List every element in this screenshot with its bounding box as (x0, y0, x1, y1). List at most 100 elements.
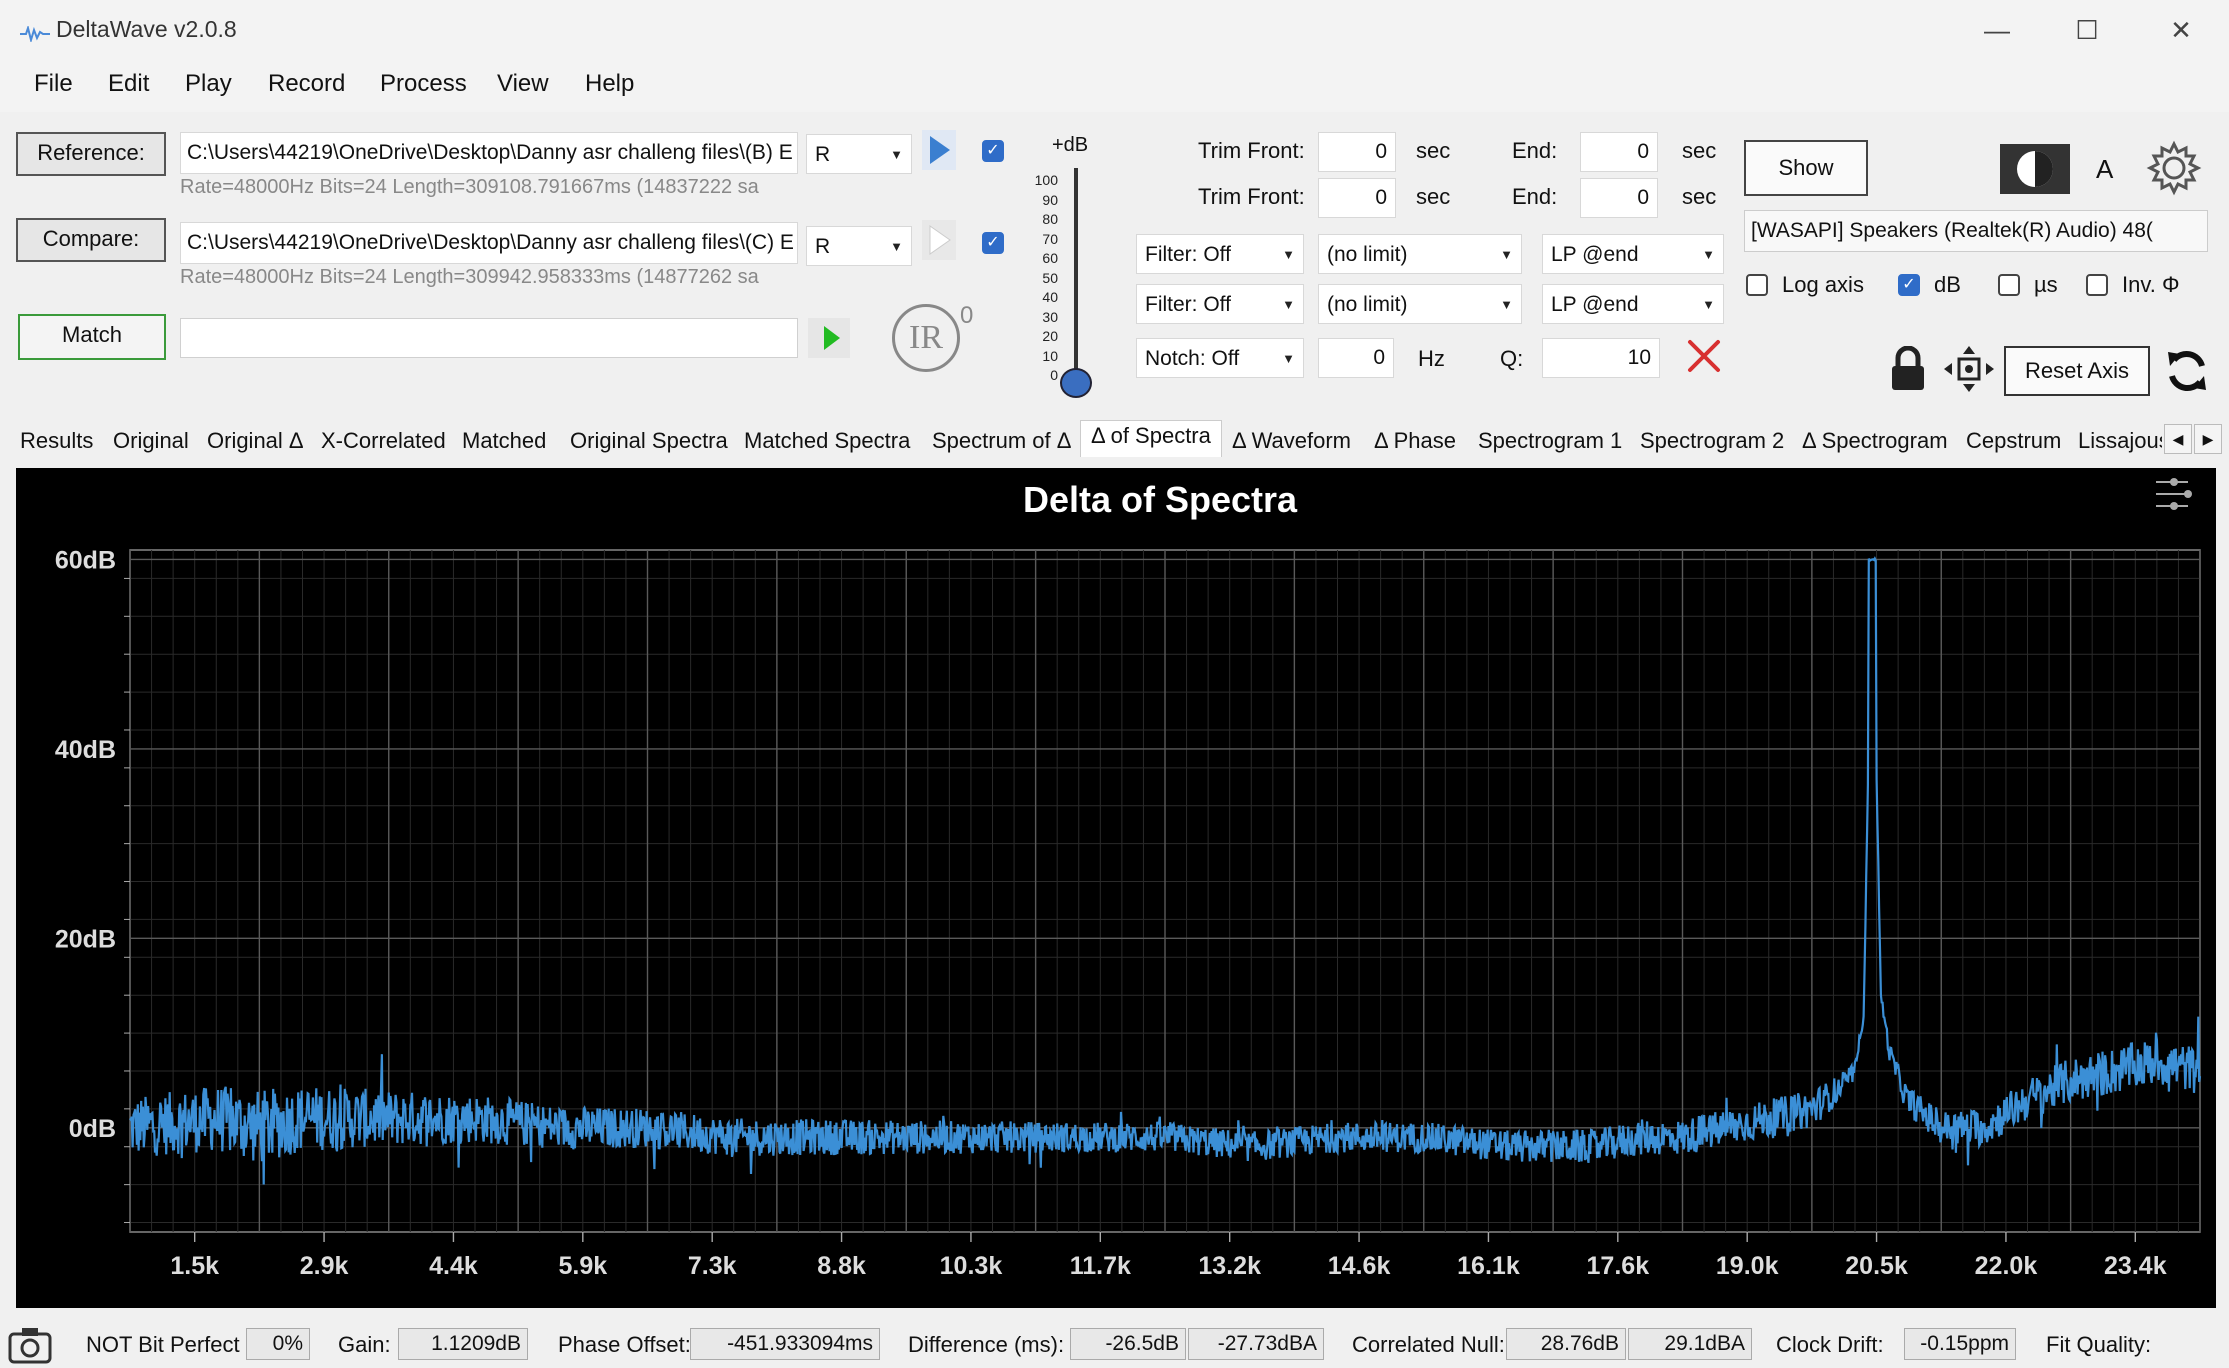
contrast-icon[interactable] (2000, 144, 2070, 194)
x-tick-label: 7.3k (688, 1252, 737, 1280)
tab-results[interactable]: Results (20, 428, 93, 454)
menu-view[interactable]: View (497, 70, 549, 98)
tab-x-correlated[interactable]: X-Correlated (321, 428, 446, 454)
compare-enabled-checkbox[interactable]: ✓ (982, 232, 1004, 254)
tab-delta-waveform[interactable]: Δ Waveform (1232, 428, 1351, 454)
filter-limit-select-2[interactable]: (no limit) ▼ (1318, 284, 1522, 324)
trim-front-label-1: Trim Front: (1198, 138, 1305, 163)
tab-spectrum-of-delta[interactable]: Spectrum of Δ (932, 428, 1071, 454)
play-reference-icon[interactable] (922, 130, 956, 170)
reset-axis-button[interactable]: Reset Axis (2004, 346, 2150, 396)
tab-scroll-left-icon[interactable]: ◀ (2164, 424, 2192, 454)
filter-select-1[interactable]: Filter: Off ▼ (1136, 234, 1304, 274)
compare-button[interactable]: Compare: (16, 218, 166, 262)
x-tick-label: 13.2k (1198, 1252, 1261, 1280)
clock-drift-label: Clock Drift: (1776, 1332, 1884, 1357)
notch-hz-input[interactable]: 0 (1318, 338, 1394, 378)
maximize-button[interactable]: ☐ (2042, 8, 2132, 52)
camera-icon[interactable] (8, 1326, 52, 1364)
menu-file[interactable]: File (34, 70, 73, 98)
trim-end-unit-1: sec (1682, 138, 1717, 163)
lp-select-2[interactable]: LP @end ▼ (1542, 284, 1724, 324)
gain-value: 1.1209dB (398, 1328, 528, 1360)
tab-matched-spectra[interactable]: Matched Spectra (744, 428, 910, 454)
fit-quality-label: Fit Quality: (2046, 1332, 2152, 1357)
level-tick-label: 90 (1042, 191, 1058, 208)
tab-delta-phase[interactable]: Δ Phase (1374, 428, 1456, 454)
chevron-down-icon: ▼ (1282, 351, 1295, 366)
tab-spectrogram-2[interactable]: Spectrogram 2 (1640, 428, 1784, 454)
level-slider-track (1074, 168, 1078, 378)
tab-cepstrum[interactable]: Cepstrum (1966, 428, 2061, 454)
tab-spectrogram-1[interactable]: Spectrogram 1 (1478, 428, 1622, 454)
clock-drift-value: -0.15ppm (1904, 1328, 2016, 1360)
notch-select[interactable]: Notch: Off ▼ (1136, 338, 1304, 378)
level-tick-label: 80 (1042, 211, 1058, 227)
trim-front-input-1[interactable]: 0 (1318, 132, 1396, 172)
reference-button[interactable]: Reference: (16, 132, 166, 176)
level-tick-label: 70 (1042, 230, 1058, 247)
pan-move-icon[interactable] (1944, 346, 1994, 392)
tab-original[interactable]: Original (113, 428, 189, 454)
a-weighting-toggle[interactable]: A (2096, 154, 2113, 185)
db-checkbox[interactable]: ✓ (1898, 274, 1920, 296)
trim-front-input-2[interactable]: 0 (1318, 178, 1396, 218)
output-device-field[interactable]: [WASAPI] Speakers (Realtek(R) Audio) 48( (1744, 210, 2208, 252)
menu-edit[interactable]: Edit (108, 70, 149, 98)
title-bar (0, 0, 2229, 60)
difference-label: Difference (ms): (908, 1332, 1065, 1357)
x-tick-label: 2.9k (300, 1252, 349, 1280)
minimize-button[interactable]: — (1952, 8, 2042, 52)
menu-help[interactable]: Help (585, 70, 634, 98)
chart-title: Delta of Spectra (1023, 479, 1298, 520)
log-axis-checkbox[interactable] (1746, 274, 1768, 296)
play-compare-icon[interactable] (922, 220, 956, 260)
menu-process[interactable]: Process (380, 70, 467, 98)
level-ticks: 100 90 80 70 60 50 40 30 20 10 0 (1028, 172, 1058, 383)
tab-original-spectra[interactable]: Original Spectra (570, 428, 728, 454)
refresh-icon[interactable] (2162, 346, 2212, 396)
lp-select-1[interactable]: LP @end ▼ (1542, 234, 1724, 274)
bit-perfect-value: 0% (246, 1328, 310, 1360)
tab-scroll-right-icon[interactable]: ▶ (2194, 424, 2222, 454)
level-tick-label: 10 (1042, 347, 1058, 364)
menu-record[interactable]: Record (268, 70, 345, 98)
us-checkbox[interactable] (1998, 274, 2020, 296)
invert-phase-checkbox[interactable] (2086, 274, 2108, 296)
trim-front-label-2: Trim Front: (1198, 184, 1305, 209)
chevron-down-icon: ▼ (1500, 297, 1513, 312)
clear-filters-icon[interactable] (1684, 336, 1724, 376)
match-play-icon[interactable] (808, 318, 850, 358)
reference-path-field[interactable]: C:\Users\44219\OneDrive\Desktop\Danny as… (180, 132, 798, 174)
close-button[interactable]: ✕ (2136, 8, 2226, 52)
lock-icon[interactable] (1888, 345, 1928, 392)
tab-original-delta[interactable]: Original Δ (207, 428, 304, 454)
plot-area[interactable]: 60dB 40dB 20dB 0dB 1.5k 2.9k 4.4k 5.9k 7.3k 8.8k 1… (16, 468, 2216, 1308)
settings-gear-icon[interactable] (2146, 140, 2202, 196)
db-label: dB (1934, 272, 1961, 297)
trim-end-input-1[interactable]: 0 (1580, 132, 1658, 172)
compare-path-field[interactable]: C:\Users\44219\OneDrive\Desktop\Danny as… (180, 222, 798, 264)
filter-limit-select-1[interactable]: (no limit) ▼ (1318, 234, 1522, 274)
compare-channel-select[interactable]: R ▼ (806, 226, 912, 266)
chart-options-icon[interactable] (2156, 478, 2192, 510)
menu-play[interactable]: Play (185, 70, 232, 98)
trim-end-input-2[interactable]: 0 (1580, 178, 1658, 218)
reference-channel-select[interactable]: R ▼ (806, 134, 912, 174)
notch-q-input[interactable]: 10 (1542, 338, 1660, 378)
reference-enabled-checkbox[interactable]: ✓ (982, 140, 1004, 162)
tab-lissajous[interactable]: Lissajous (2078, 428, 2162, 454)
ir-icon[interactable]: IR (892, 304, 960, 372)
tab-delta-of-spectra[interactable]: Δ of Spectra (1080, 420, 1222, 457)
chevron-down-icon: ▼ (1282, 297, 1295, 312)
level-slider-handle[interactable] (1060, 368, 1092, 398)
filter-select-2[interactable]: Filter: Off ▼ (1136, 284, 1304, 324)
tab-matched[interactable]: Matched (462, 428, 546, 454)
y-tick-label: 60dB (55, 546, 116, 574)
match-button[interactable]: Match (18, 314, 166, 360)
phase-offset-value: -451.933094ms (690, 1328, 880, 1360)
delta-of-spectra-chart[interactable]: 60dB 40dB 20dB 0dB 1.5k 2.9k 4.4k 5.9k 7.3k 8.8k 1… (16, 468, 2216, 1308)
show-button[interactable]: Show (1744, 140, 1868, 196)
x-tick-label: 16.1k (1457, 1252, 1520, 1280)
tab-delta-spectrogram[interactable]: Δ Spectrogram (1802, 428, 1948, 454)
